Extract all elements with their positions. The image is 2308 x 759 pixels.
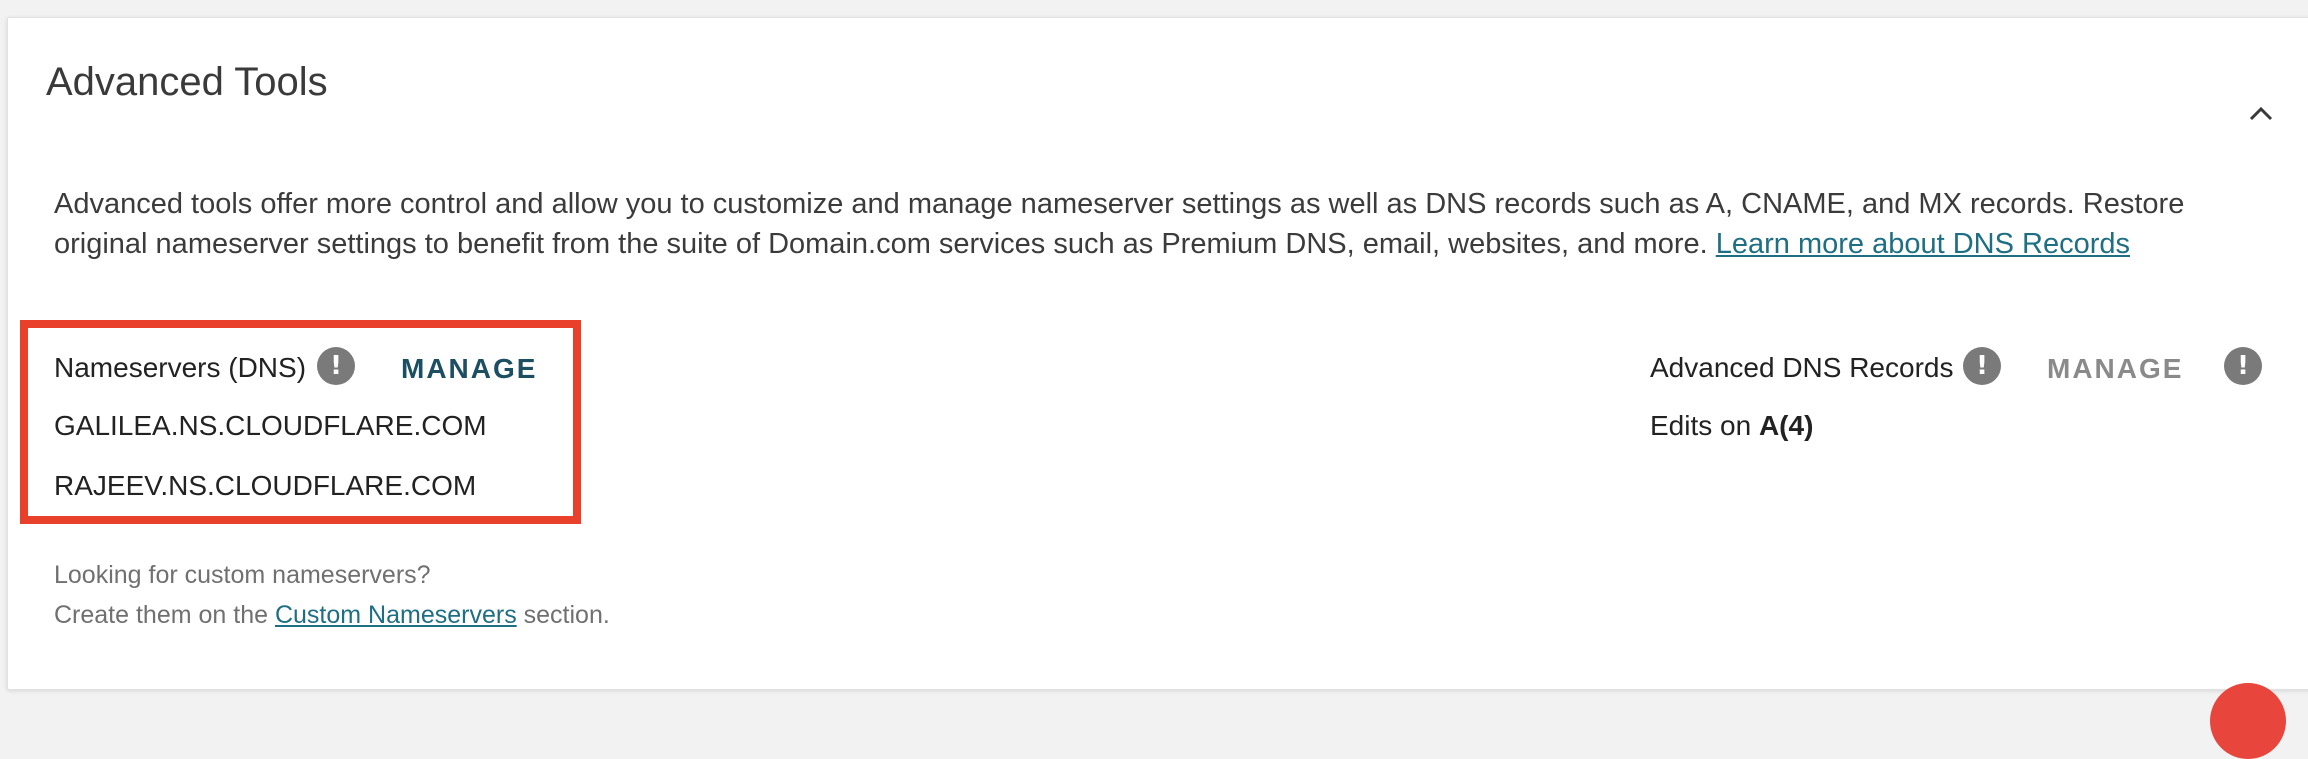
- collapse-button[interactable]: [2246, 98, 2276, 128]
- chevron-up-icon: [2249, 106, 2273, 121]
- advanced-dns-info-icon[interactable]: !: [1963, 347, 2001, 385]
- nameserver-value-1: GALILEA.NS.CLOUDFLARE.COM: [54, 410, 487, 441]
- nameservers-label: Nameservers (DNS): [54, 352, 307, 383]
- learn-more-link[interactable]: Learn more about DNS Records: [1716, 228, 2130, 260]
- nameservers-info-icon[interactable]: !: [317, 347, 355, 385]
- edits-value: A(4): [1758, 410, 1814, 441]
- nameserver-value-2: RAJEEV.NS.CLOUDFLARE.COM: [54, 470, 477, 501]
- panel-description: Advanced tools offer more control and al…: [54, 184, 2254, 264]
- advanced-dns-label: Advanced DNS Records: [1650, 352, 1954, 383]
- custom-nameservers-link[interactable]: Custom Nameservers: [275, 601, 517, 629]
- edits-prefix: Edits on: [1650, 410, 1752, 441]
- nameservers-manage-button[interactable]: MANAGE: [401, 353, 537, 385]
- floating-action-button[interactable]: [2210, 683, 2286, 759]
- advanced-dns-manage-button[interactable]: MANAGE: [2047, 353, 2183, 385]
- panel-title: Advanced Tools: [46, 60, 328, 104]
- advanced-dns-edits: Edits on A(4): [1650, 410, 1813, 442]
- advanced-dns-warning-icon[interactable]: !: [2224, 347, 2262, 385]
- custom-nameservers-prefix: Create them on the: [54, 601, 269, 629]
- custom-nameservers-suffix: section.: [523, 601, 610, 629]
- custom-nameservers-prompt: Looking for custom nameservers?: [54, 561, 431, 589]
- custom-nameservers-instruction: Create them on the Custom Nameservers se…: [54, 601, 610, 630]
